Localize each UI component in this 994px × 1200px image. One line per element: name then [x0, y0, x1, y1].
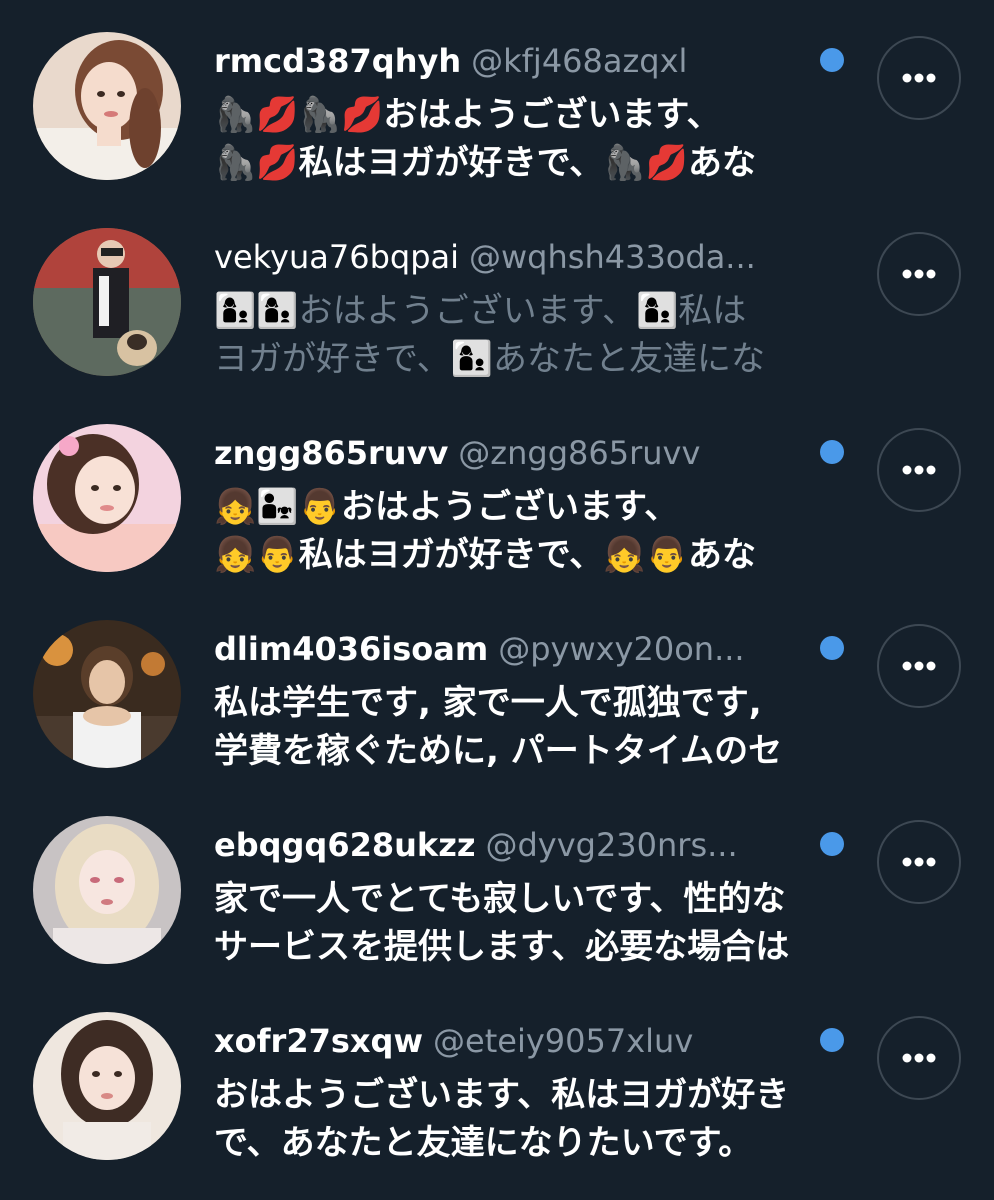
- name-line[interactable]: zngg865ruvv @zngg865ruvv: [214, 428, 814, 478]
- display-name[interactable]: vekyua76bqpai: [214, 238, 459, 276]
- more-options-button[interactable]: [877, 232, 961, 316]
- more-options-button[interactable]: [877, 624, 961, 708]
- account-row[interactable]: rmcd387qhyh @kfj468azqxl 🦍💋🦍💋おはようございます、 🦍…: [0, 6, 994, 202]
- display-name[interactable]: zngg865ruvv: [214, 434, 448, 472]
- more-options-button[interactable]: [877, 1016, 961, 1100]
- display-name[interactable]: rmcd387qhyh: [214, 42, 461, 80]
- avatar[interactable]: [33, 816, 181, 964]
- account-row[interactable]: dlim4036isoam @pywxy20on... 私は学生です, 家で一人で…: [0, 594, 994, 790]
- bio-line: サービスを提供します、必要な場合は: [214, 927, 790, 967]
- account-row[interactable]: ebqgq628ukzz @dyvg230nrs... 家で一人でとても寂しいです…: [0, 790, 994, 986]
- display-name[interactable]: ebqgq628ukzz: [214, 826, 475, 864]
- avatar[interactable]: [33, 1012, 181, 1160]
- avatar[interactable]: [33, 228, 181, 376]
- handle[interactable]: @pywxy20on...: [498, 630, 744, 668]
- name-line[interactable]: vekyua76bqpai @wqhsh433oda...: [214, 232, 814, 282]
- handle[interactable]: @wqhsh433oda...: [469, 238, 756, 276]
- account-row[interactable]: vekyua76bqpai @wqhsh433oda... 👩‍👦👩‍👦おはようご…: [0, 202, 994, 398]
- display-name[interactable]: dlim4036isoam: [214, 630, 488, 668]
- more-horizontal-icon: [902, 73, 936, 83]
- bio-line: 👧👨私はヨガが好きで、👧👨あな: [214, 535, 756, 575]
- more-horizontal-icon: [902, 661, 936, 671]
- more-horizontal-icon: [902, 1053, 936, 1063]
- bio-line: 学費を稼ぐために, パートタイムのセ: [214, 731, 783, 771]
- name-line[interactable]: xofr27sxqw @eteiy9057xluv: [214, 1016, 814, 1066]
- more-horizontal-icon: [902, 269, 936, 279]
- handle[interactable]: @kfj468azqxl: [471, 42, 687, 80]
- more-horizontal-icon: [902, 465, 936, 475]
- name-line[interactable]: rmcd387qhyh @kfj468azqxl: [214, 36, 814, 86]
- unread-dot: [820, 440, 844, 464]
- unread-dot: [820, 636, 844, 660]
- bio-line: ヨガが好きで、👩‍👦あなたと友達にな: [214, 339, 765, 379]
- more-options-button[interactable]: [877, 820, 961, 904]
- more-options-button[interactable]: [877, 428, 961, 512]
- name-line[interactable]: dlim4036isoam @pywxy20on...: [214, 624, 814, 674]
- unread-dot: [820, 48, 844, 72]
- display-name[interactable]: xofr27sxqw: [214, 1022, 423, 1060]
- more-horizontal-icon: [902, 857, 936, 867]
- bio-line: で、あなたと友達になりたいです。: [214, 1123, 753, 1163]
- unread-dot: [820, 832, 844, 856]
- avatar[interactable]: [33, 32, 181, 180]
- handle[interactable]: @eteiy9057xluv: [433, 1022, 693, 1060]
- handle[interactable]: @zngg865ruvv: [458, 434, 700, 472]
- avatar[interactable]: [33, 620, 181, 768]
- handle[interactable]: @dyvg230nrs...: [485, 826, 737, 864]
- account-row[interactable]: xofr27sxqw @eteiy9057xluv おはようございます、私はヨガが…: [0, 986, 994, 1182]
- bio-line: 🦍💋私はヨガが好きで、🦍💋あな: [214, 143, 756, 183]
- account-row[interactable]: zngg865ruvv @zngg865ruvv 👧👨‍👧👨おはようございます、 …: [0, 398, 994, 594]
- name-line[interactable]: ebqgq628ukzz @dyvg230nrs...: [214, 820, 814, 870]
- more-options-button[interactable]: [877, 36, 961, 120]
- account-list: rmcd387qhyh @kfj468azqxl 🦍💋🦍💋おはようございます、 🦍…: [0, 0, 994, 1200]
- avatar[interactable]: [33, 424, 181, 572]
- unread-dot: [820, 1028, 844, 1052]
